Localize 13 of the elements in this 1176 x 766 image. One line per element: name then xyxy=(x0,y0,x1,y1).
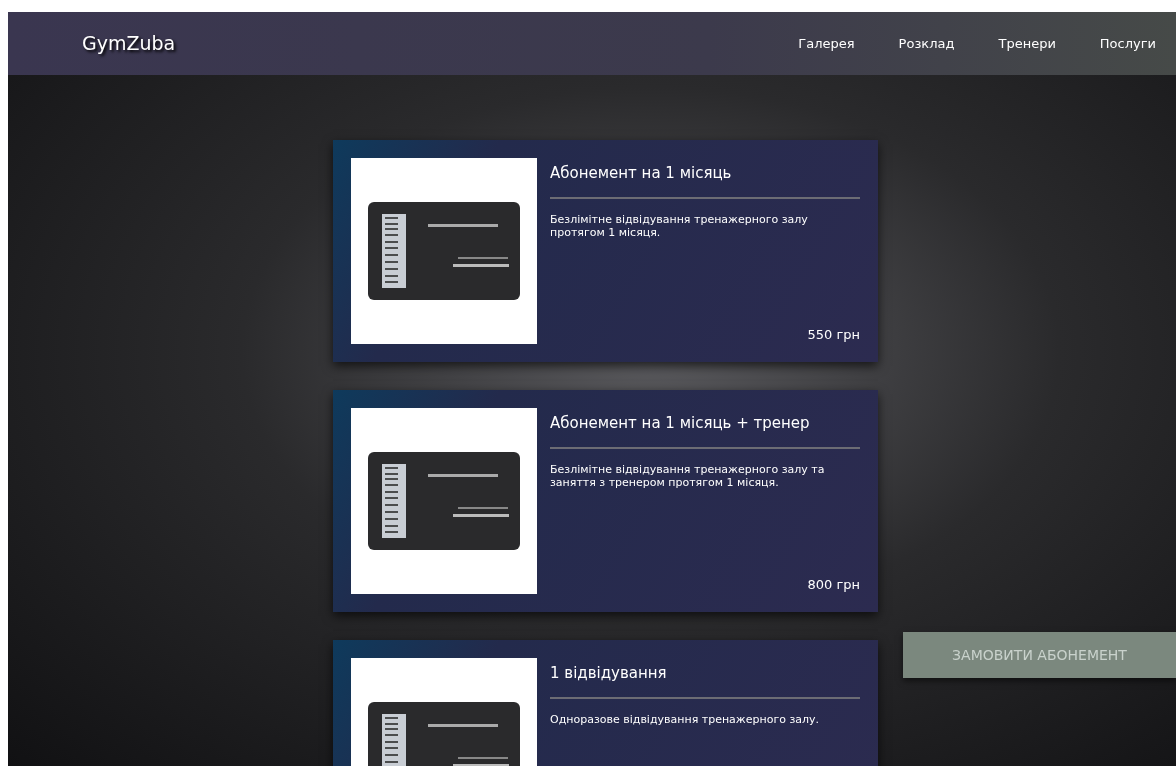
plan-title: Абонемент на 1 місяць + тренер xyxy=(550,408,860,449)
nav-link[interactable]: Послуги xyxy=(1099,33,1156,54)
plan-title: 1 відвідування xyxy=(550,658,860,699)
plan-description: Безлімітне відвідування тренажерного залу протягом 1 місяця. xyxy=(550,212,809,239)
plan-description: Безлімітне відвідування тренажерного залу та заняття з тренером протягом 1 місяця. xyxy=(550,462,826,489)
nav-link[interactable]: Тренери xyxy=(998,33,1056,54)
site-logo[interactable]: GymZuba xyxy=(82,29,176,58)
plan-description: Одноразове відвідування тренажерного залу. xyxy=(550,712,821,726)
nav-link[interactable]: Розклад xyxy=(898,33,955,54)
plan-title: Абонемент на 1 місяць xyxy=(550,158,860,199)
plan-price: 800 грн xyxy=(807,575,860,594)
nav-link[interactable]: Галерея xyxy=(798,33,855,54)
plan-price: 550 грн xyxy=(807,325,860,344)
